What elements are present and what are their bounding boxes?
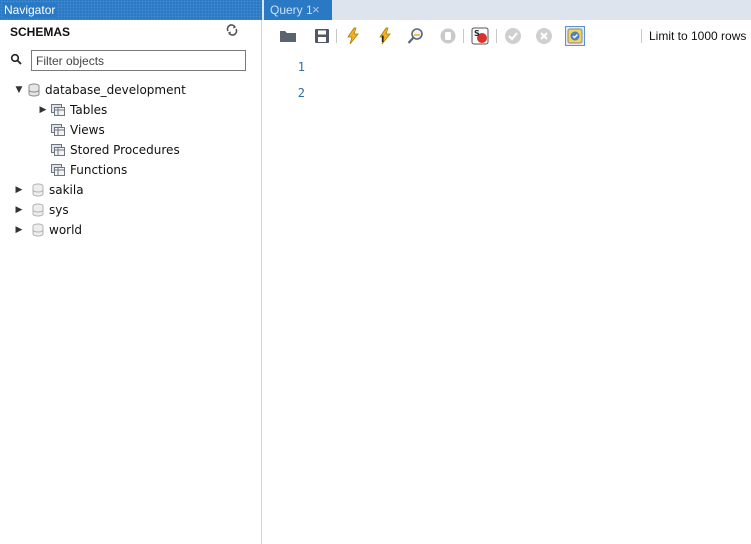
close-icon[interactable]: ×	[312, 0, 320, 20]
schemas-label: SCHEMAS	[10, 25, 71, 39]
tree-item-views[interactable]: Views	[51, 120, 105, 140]
refresh-icon[interactable]	[226, 24, 238, 36]
stop-button[interactable]	[438, 26, 458, 46]
collapse-arrow-icon[interactable]: ▼	[14, 80, 24, 100]
query-editor[interactable]: I S Limit to 1000 rows 1 2	[263, 20, 751, 544]
execute-current-icon: I	[379, 27, 391, 45]
execute-icon	[347, 27, 359, 45]
tree-item-functions[interactable]: Functions	[51, 160, 127, 180]
views-folder-icon	[51, 124, 65, 136]
filter-objects-input[interactable]	[31, 50, 246, 71]
tree-item-tables[interactable]: ▶ Tables	[38, 100, 108, 120]
tree-item-label: database_development	[45, 83, 186, 97]
open-file-button[interactable]	[278, 26, 298, 46]
line-number: 2	[297, 86, 305, 100]
explain-button[interactable]	[406, 26, 426, 46]
tree-item-label: sakila	[49, 183, 84, 197]
limit-rows-select[interactable]: Limit to 1000 rows	[649, 26, 746, 46]
tree-item-database-development[interactable]: ▼ database_development	[14, 80, 186, 100]
tab-query-1[interactable]: Query 1 ×	[264, 0, 332, 20]
execute-current-button[interactable]: I	[375, 26, 395, 46]
database-icon	[32, 203, 44, 217]
tables-folder-icon	[51, 104, 65, 116]
line-number: 1	[297, 60, 305, 74]
functions-folder-icon	[51, 164, 65, 176]
tree-item-label: world	[49, 223, 83, 237]
tree-item-sys[interactable]: ▶ sys	[14, 200, 69, 220]
tree-item-sakila[interactable]: ▶ sakila	[14, 180, 84, 200]
toggle-error-stop-icon: S	[471, 27, 489, 45]
tree-item-world[interactable]: ▶ world	[14, 220, 83, 240]
tree-item-label: Functions	[70, 163, 128, 177]
commit-icon	[505, 28, 521, 44]
expand-arrow-icon[interactable]: ▶	[14, 220, 24, 240]
execute-button[interactable]	[343, 26, 363, 46]
database-icon	[28, 83, 40, 97]
search-icon	[10, 53, 22, 65]
expand-arrow-icon[interactable]: ▶	[14, 180, 24, 200]
tab-label: Query 1	[270, 3, 313, 17]
tree-item-label: Views	[70, 123, 105, 137]
database-icon	[32, 183, 44, 197]
save-icon	[315, 29, 329, 43]
autocommit-icon	[567, 28, 583, 44]
tree-item-label: Tables	[70, 103, 108, 117]
editor-tab-bar: Query 1 ×	[262, 0, 751, 20]
svg-text:S: S	[474, 29, 480, 38]
expand-arrow-icon[interactable]: ▶	[38, 100, 48, 120]
navigator-header: Navigator	[0, 0, 262, 20]
explain-icon	[407, 28, 423, 44]
commit-button[interactable]	[503, 26, 523, 46]
tree-item-label: Stored Procedures	[70, 143, 180, 157]
expand-arrow-icon[interactable]: ▶	[14, 200, 24, 220]
stop-icon	[440, 28, 456, 44]
toggle-error-stop-button[interactable]: S	[470, 26, 490, 46]
query-toolbar: I S Limit to 1000 rows	[263, 20, 751, 50]
database-icon	[32, 223, 44, 237]
navigator-title: Navigator	[4, 3, 58, 17]
rollback-button[interactable]	[534, 26, 554, 46]
procedures-folder-icon	[51, 144, 65, 156]
autocommit-toggle-button[interactable]	[565, 26, 585, 46]
rollback-icon	[536, 28, 552, 44]
open-folder-icon	[280, 31, 296, 42]
tree-item-label: sys	[49, 203, 69, 217]
navigator-panel: SCHEMAS ▼ database_development ▶ Tables	[0, 20, 262, 544]
tree-item-stored-procedures[interactable]: Stored Procedures	[51, 140, 180, 160]
save-button[interactable]	[312, 26, 332, 46]
svg-text:I: I	[381, 35, 384, 45]
